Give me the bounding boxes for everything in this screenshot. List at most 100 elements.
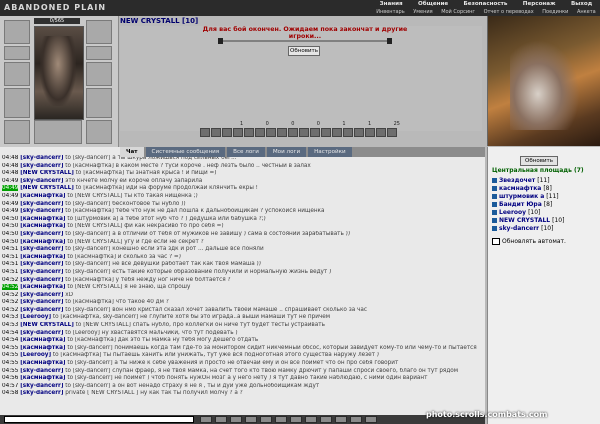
chat-input[interactable] (4, 416, 194, 423)
nav-exit[interactable]: Выход (571, 0, 592, 8)
skill-icon[interactable] (321, 128, 331, 137)
message-author[interactable]: [sky-dancerr] (20, 269, 63, 275)
message-author[interactable]: [касмнафтка] (20, 223, 65, 229)
player-name[interactable]: штурмовик а (499, 193, 544, 200)
player-row[interactable]: Leerooy [10] (492, 208, 540, 216)
player-name[interactable]: Бандит Юра (499, 201, 542, 208)
skill-icon[interactable] (222, 128, 232, 137)
message-author[interactable]: [sky-dancerr] (20, 178, 63, 184)
message-author[interactable]: [Leerooy] (20, 314, 51, 320)
skill-icon[interactable] (376, 128, 386, 137)
message-author[interactable]: [касмнафтка] (20, 337, 65, 343)
toolbar-icon[interactable] (335, 416, 347, 423)
message-author[interactable]: [касмнафтка] (20, 284, 65, 290)
tab-system[interactable]: Системные сообщения (145, 147, 226, 157)
tab-all-logs[interactable]: Все логи (227, 147, 265, 157)
helmet-slot[interactable] (4, 20, 30, 44)
skill-icon[interactable] (310, 128, 320, 137)
toolbar-icon[interactable] (230, 416, 242, 423)
gloves-slot[interactable] (86, 88, 112, 118)
nav-profile[interactable]: Анкета (577, 8, 596, 16)
boots-slot[interactable] (86, 120, 112, 144)
message-author[interactable]: [sky-dancerr] (20, 201, 63, 207)
toolbar-icon[interactable] (215, 416, 227, 423)
skill-icon[interactable] (211, 128, 221, 137)
ring-slot[interactable] (86, 46, 112, 60)
message-author[interactable]: [NEW CRYSTALL] (20, 322, 74, 328)
message-author[interactable]: [sky-dancerr] (20, 330, 63, 336)
skill-icon[interactable] (354, 128, 364, 137)
player-row[interactable]: NEW CRYSTALL [10] (492, 216, 564, 224)
tab-settings[interactable]: Настройки (308, 147, 352, 157)
nav-skills[interactable]: Умения (413, 8, 432, 16)
message-author[interactable]: [sky-dancerr] (20, 246, 63, 252)
weapon-slot[interactable] (4, 62, 30, 86)
player-row[interactable]: касмнафтка [8] (492, 184, 552, 192)
toolbar-icon[interactable] (365, 416, 377, 423)
shield-slot[interactable] (86, 62, 112, 86)
message-author[interactable]: [касмнафтка] (20, 375, 65, 381)
nav-duels[interactable]: Поединки (542, 8, 568, 16)
message-author[interactable]: [sky-dancerr] (20, 383, 63, 389)
message-author[interactable]: [NEW CRYSTALL] (20, 170, 74, 176)
skill-icon[interactable] (332, 128, 342, 137)
skill-icon[interactable] (244, 128, 254, 137)
skill-icon[interactable] (233, 128, 243, 137)
skill-icon[interactable] (387, 128, 397, 137)
skill-icon[interactable] (277, 128, 287, 137)
message-author[interactable]: [sky-dancerr] (20, 390, 63, 396)
nav-knowledge[interactable]: Знания (380, 0, 403, 8)
player-name[interactable]: NEW CRYSTALL (499, 217, 550, 224)
toolbar-icon[interactable] (260, 416, 272, 423)
toolbar-icon[interactable] (320, 416, 332, 423)
skill-icon[interactable] (255, 128, 265, 137)
message-author[interactable]: [sky-dancerr] (20, 155, 63, 161)
tab-chat[interactable]: Чат (120, 147, 144, 157)
who-refresh-button[interactable]: Обновить (520, 156, 558, 166)
toolbar-icon[interactable] (290, 416, 302, 423)
message-author[interactable]: [касмнафтка] (20, 216, 65, 222)
tab-my-logs[interactable]: Мои логи (266, 147, 307, 157)
earring-slot[interactable] (4, 46, 30, 60)
skill-icon[interactable] (288, 128, 298, 137)
amulet-slot[interactable] (86, 20, 112, 44)
message-author[interactable]: [касмнафтка] (20, 360, 65, 366)
message-author[interactable]: [Leerooy] (20, 352, 51, 358)
message-author[interactable]: [касмнафтка] (20, 239, 65, 245)
nav-sorcing[interactable]: Мой Сорсинг (441, 8, 475, 16)
player-row[interactable]: Бандит Юра [8] (492, 200, 552, 208)
nav-chat[interactable]: Общение (418, 0, 448, 8)
player-name[interactable]: Leerooy (499, 209, 526, 216)
character-name[interactable]: NEW CRYSTALL [10] (120, 17, 198, 25)
player-name[interactable]: касмнафтка (499, 185, 541, 192)
player-row[interactable]: штурмовик а [11] (492, 192, 559, 200)
message-author[interactable]: [sky-dancerr] (20, 231, 63, 237)
player-row[interactable]: Звездочет [11] (492, 176, 550, 184)
message-author[interactable]: [касмнафтка] (20, 193, 65, 199)
skill-icon[interactable] (343, 128, 353, 137)
message-author[interactable]: [sky-dancerr] (20, 277, 63, 283)
message-author[interactable]: [sky-dancerr] (20, 368, 63, 374)
message-author[interactable]: [sky-dancerr] (20, 299, 63, 305)
skill-icon[interactable] (266, 128, 276, 137)
player-name[interactable]: sky-dancerr (499, 225, 539, 232)
message-author[interactable]: [касмнафтка] (20, 254, 65, 260)
toolbar-icon[interactable] (275, 416, 287, 423)
skill-icon[interactable] (299, 128, 309, 137)
message-author[interactable]: [sky-dancerr] (20, 163, 63, 169)
toolbar-icon[interactable] (350, 416, 362, 423)
skill-icon[interactable] (365, 128, 375, 137)
nav-transfers[interactable]: Отчет о переводах (484, 8, 534, 16)
message-author[interactable]: [sky-dancerr] (20, 292, 63, 298)
toolbar-icon[interactable] (200, 416, 212, 423)
player-row[interactable]: sky-dancerr [10] (492, 224, 553, 232)
belt-slot[interactable] (4, 120, 30, 144)
skill-icon[interactable] (200, 128, 210, 137)
quick-slots[interactable] (34, 120, 82, 144)
message-author[interactable]: [sky-dancerr] (20, 261, 63, 267)
message-author[interactable]: [NEW CRYSTALL] (20, 185, 74, 191)
auto-refresh-checkbox[interactable] (492, 238, 500, 245)
message-author[interactable]: [sky-dancerr] (20, 208, 63, 214)
message-author[interactable]: [касмнафтка] (20, 345, 65, 351)
player-name[interactable]: Звездочет (499, 177, 535, 184)
